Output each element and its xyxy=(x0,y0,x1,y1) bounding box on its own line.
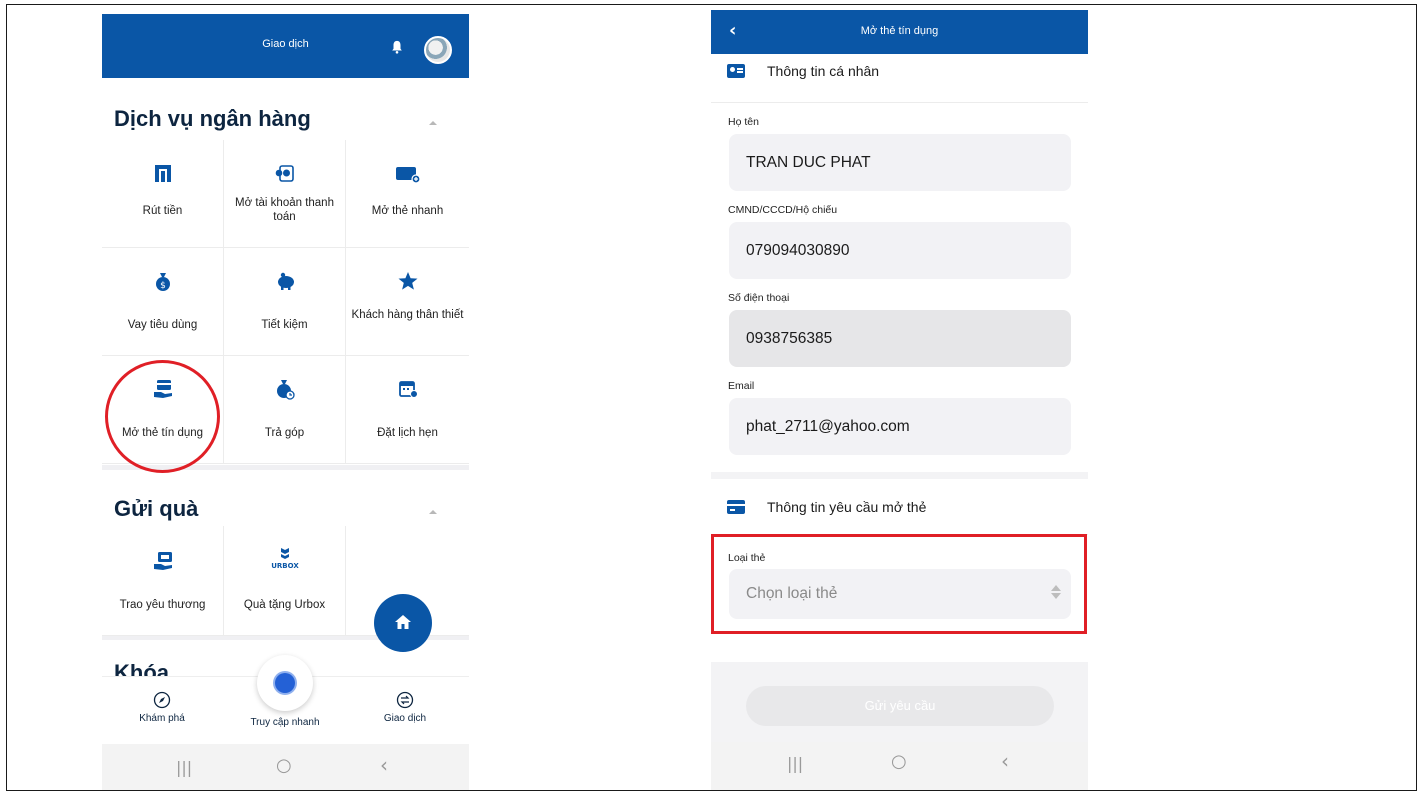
urbox-logo-text: URBOX xyxy=(271,562,299,570)
nav-transactions[interactable]: Giao dịch xyxy=(345,691,465,724)
submit-button[interactable]: Gửi yêu cầu xyxy=(746,686,1054,726)
banking-section-title: Dịch vụ ngân hàng xyxy=(114,106,311,131)
nav-label: Giao dịch xyxy=(383,713,427,724)
avatar[interactable] xyxy=(424,36,452,64)
service-mo-the-nhanh[interactable]: Mở thẻ nhanh xyxy=(346,140,469,248)
android-back-button[interactable]: ‹ xyxy=(380,753,388,777)
name-label: Họ tên xyxy=(728,116,759,128)
page-title: Mở thẻ tín dụng xyxy=(860,25,939,37)
id-number-field[interactable]: 079094030890 xyxy=(729,222,1071,279)
request-info-title: Thông tin yêu cầu mở thẻ xyxy=(767,499,927,515)
section-gap xyxy=(711,472,1088,479)
nav-quick-access[interactable]: Truy cập nhanh xyxy=(225,717,345,728)
card-icon xyxy=(727,500,745,514)
nav-label: Truy cập nhanh xyxy=(250,717,320,728)
service-dat-lich-hen[interactable]: Đặt lịch hẹn xyxy=(346,356,469,464)
service-label: Mở tài khoản thanh toán xyxy=(235,197,334,223)
service-label: Tiết kiệm xyxy=(261,319,308,331)
exchange-icon xyxy=(396,691,414,709)
service-label: Trao yêu thương xyxy=(119,599,206,611)
account-icon xyxy=(275,165,294,182)
android-home-button[interactable]: ○ xyxy=(276,755,292,776)
home-icon xyxy=(395,615,411,629)
urbox-logo-icon: URBOX xyxy=(271,548,299,570)
gift-section-title: Gửi quà xyxy=(114,496,199,521)
top-bar: ‹ Mở thẻ tín dụng xyxy=(711,10,1088,54)
service-trao-yeu-thuong[interactable]: Trao yêu thương xyxy=(102,526,224,636)
atm-icon xyxy=(154,165,171,182)
service-label: Khách hàng thân thiết xyxy=(351,309,464,321)
android-home-button[interactable]: ○ xyxy=(891,751,907,772)
nav-explore[interactable]: Khám phá xyxy=(102,691,222,724)
piggy-bank-icon xyxy=(277,272,294,290)
email-label: Email xyxy=(728,380,755,392)
phone-field: 0938756385 xyxy=(729,310,1071,367)
home-button[interactable] xyxy=(374,594,432,652)
android-nav-bar: ||| ○ ‹ xyxy=(102,744,469,790)
service-label: Quà tặng Urbox xyxy=(243,599,326,611)
personal-info-title: Thông tin cá nhân xyxy=(767,63,880,79)
svg-text:$: $ xyxy=(160,281,166,291)
service-qua-tang-urbox[interactable]: URBOX Quà tặng Urbox xyxy=(224,526,346,636)
top-bar: Giao dịch xyxy=(102,14,469,78)
calendar-icon xyxy=(398,381,418,398)
phone-label: Số điện thoại xyxy=(728,292,790,304)
service-label: Vay tiêu dùng xyxy=(127,319,198,331)
divider xyxy=(711,102,1088,103)
quick-access-icon xyxy=(275,673,295,693)
service-mo-tai-khoan[interactable]: Mở tài khoản thanh toán xyxy=(224,140,346,248)
service-vay-tieu-dung[interactable]: $ Vay tiêu dùng xyxy=(102,248,224,356)
form-footer: Gửi yêu cầu ||| ○ ‹ xyxy=(711,662,1088,790)
bottom-navigation: Khám phá Truy cập nhanh Giao dịch xyxy=(102,655,469,744)
id-card-icon xyxy=(727,64,745,78)
id-label: CMND/CCCD/Hộ chiếu xyxy=(728,204,838,216)
service-tra-gop[interactable]: Trả góp xyxy=(224,356,346,464)
money-bag-icon: $ xyxy=(155,273,170,291)
personal-info-header: Thông tin cá nhân xyxy=(727,63,879,79)
star-icon xyxy=(398,272,417,290)
name-field[interactable]: TRAN DUC PHAT xyxy=(729,134,1071,191)
request-info-header: Thông tin yêu cầu mở thẻ xyxy=(727,499,926,515)
android-nav-bar: ||| ○ ‹ xyxy=(711,742,1088,790)
service-label: Mở thẻ nhanh xyxy=(371,205,444,217)
service-label: Trả góp xyxy=(264,427,305,439)
right-phone-screen: ‹ Mở thẻ tín dụng Thông tin cá nhân Họ t… xyxy=(711,10,1088,790)
service-label: Đặt lịch hẹn xyxy=(377,427,438,439)
service-khach-hang-than-thiet[interactable]: Khách hàng thân thiết xyxy=(346,248,469,356)
course-section-title: Khóa xyxy=(114,660,169,676)
recents-button[interactable]: ||| xyxy=(176,758,192,777)
page-title: Giao dịch xyxy=(262,38,309,50)
gift-card-hand-icon xyxy=(153,552,172,570)
android-back-button[interactable]: ‹ xyxy=(1001,749,1009,773)
email-field[interactable]: phat_2711@yahoo.com xyxy=(729,398,1071,455)
quick-access-button[interactable] xyxy=(257,655,313,711)
collapse-icon[interactable] xyxy=(429,121,437,125)
service-label: Rút tiền xyxy=(142,205,183,217)
installment-bag-icon xyxy=(276,380,295,400)
compass-icon xyxy=(153,691,171,709)
highlight-circle xyxy=(105,360,220,473)
nav-label: Khám phá xyxy=(139,713,185,724)
collapse-icon[interactable] xyxy=(429,510,437,514)
recents-button[interactable]: ||| xyxy=(787,754,803,773)
debit-card-icon xyxy=(395,167,421,184)
bell-icon[interactable] xyxy=(390,40,404,54)
service-tiet-kiem[interactable]: Tiết kiệm xyxy=(224,248,346,356)
service-rut-tien[interactable]: Rút tiền xyxy=(102,140,224,248)
highlight-box xyxy=(711,534,1087,634)
